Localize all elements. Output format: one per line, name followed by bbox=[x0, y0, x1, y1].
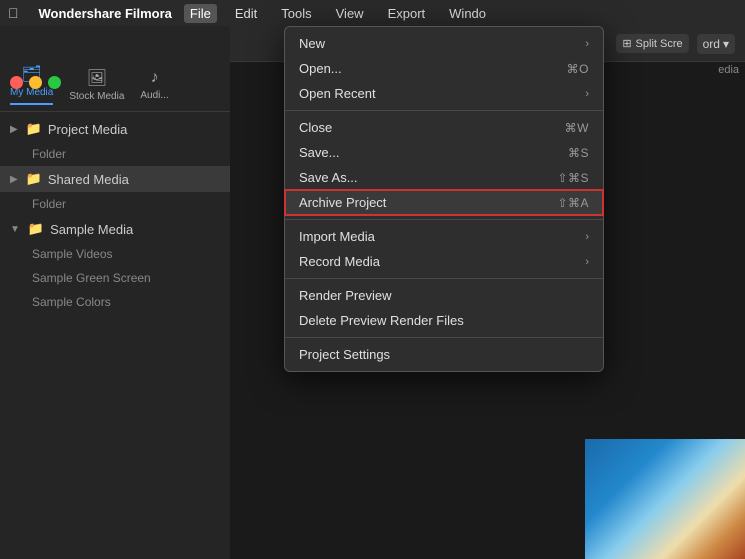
open-recent-label: Open Recent bbox=[299, 86, 376, 101]
menu-file[interactable]: File bbox=[184, 4, 217, 23]
open-label: Open... bbox=[299, 61, 342, 76]
menu-item-close[interactable]: Close ⌘W bbox=[285, 115, 603, 140]
menu-edit[interactable]: Edit bbox=[229, 4, 263, 23]
open-shortcut: ⌘O bbox=[567, 62, 589, 76]
menu-item-open-recent[interactable]: Open Recent › bbox=[285, 81, 603, 106]
separator-2 bbox=[285, 219, 603, 220]
menu-windo[interactable]: Windo bbox=[443, 4, 492, 23]
archive-shortcut: ⇧⌘A bbox=[557, 196, 589, 210]
new-label: New bbox=[299, 36, 325, 51]
save-as-shortcut: ⇧⌘S bbox=[557, 171, 589, 185]
menu-view[interactable]: View bbox=[330, 4, 370, 23]
menu-item-save-as[interactable]: Save As... ⇧⌘S bbox=[285, 165, 603, 190]
separator-3 bbox=[285, 278, 603, 279]
app-name: Wondershare Filmora bbox=[39, 6, 172, 21]
apple-icon[interactable]:  bbox=[8, 5, 19, 21]
file-dropdown-menu: New › Open... ⌘O Open Recent › Close ⌘W bbox=[284, 26, 604, 372]
menu-item-save[interactable]: Save... ⌘S bbox=[285, 140, 603, 165]
open-recent-arrow: › bbox=[585, 88, 589, 100]
main-area: 🗂 My Media 🖼 Stock Media ♪ Audi... ▶ 📁 P… bbox=[0, 26, 745, 559]
close-label: Close bbox=[299, 120, 332, 135]
archive-project-label: Archive Project bbox=[299, 195, 386, 210]
menu-item-record-media[interactable]: Record Media › bbox=[285, 249, 603, 274]
menu-item-archive-project[interactable]: Archive Project ⇧⌘A bbox=[285, 190, 603, 215]
menu-item-render-preview[interactable]: Render Preview bbox=[285, 283, 603, 308]
save-shortcut: ⌘S bbox=[568, 146, 589, 160]
import-arrow: › bbox=[585, 231, 589, 243]
project-settings-label: Project Settings bbox=[299, 347, 390, 362]
close-shortcut: ⌘W bbox=[565, 121, 589, 135]
import-media-label: Import Media bbox=[299, 229, 375, 244]
dropdown-overlay: New › Open... ⌘O Open Recent › Close ⌘W bbox=[0, 26, 745, 559]
menubar:  Wondershare Filmora File Edit Tools Vi… bbox=[0, 0, 745, 26]
separator-1 bbox=[285, 110, 603, 111]
new-arrow: › bbox=[585, 38, 589, 50]
menu-item-new[interactable]: New › bbox=[285, 31, 603, 56]
menu-item-import-media[interactable]: Import Media › bbox=[285, 224, 603, 249]
save-as-label: Save As... bbox=[299, 170, 358, 185]
save-label: Save... bbox=[299, 145, 339, 160]
render-preview-label: Render Preview bbox=[299, 288, 392, 303]
record-media-label: Record Media bbox=[299, 254, 380, 269]
menu-item-delete-preview[interactable]: Delete Preview Render Files bbox=[285, 308, 603, 333]
delete-preview-label: Delete Preview Render Files bbox=[299, 313, 464, 328]
menu-tools[interactable]: Tools bbox=[275, 4, 317, 23]
separator-4 bbox=[285, 337, 603, 338]
record-arrow: › bbox=[585, 256, 589, 268]
menu-export[interactable]: Export bbox=[382, 4, 432, 23]
menu-item-project-settings[interactable]: Project Settings bbox=[285, 342, 603, 367]
menu-item-open[interactable]: Open... ⌘O bbox=[285, 56, 603, 81]
